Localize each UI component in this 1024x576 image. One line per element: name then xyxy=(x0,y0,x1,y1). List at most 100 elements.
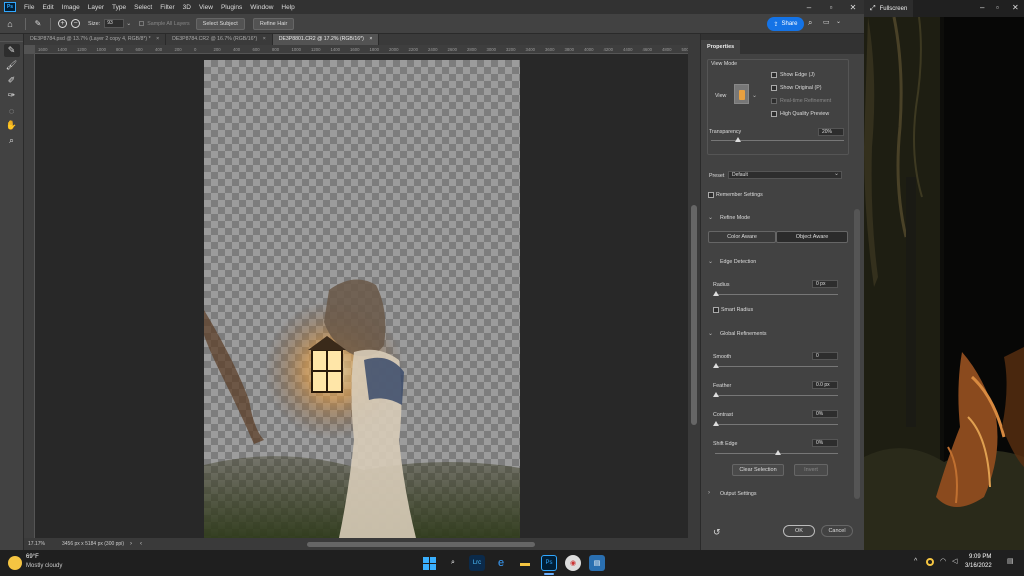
preset-select[interactable]: Default xyxy=(728,171,842,179)
edge-detection-chevron-icon[interactable]: ⌄ xyxy=(708,258,713,265)
size-dropdown-icon[interactable]: ⌄ xyxy=(126,20,131,27)
close-tab-icon[interactable]: × xyxy=(156,36,159,42)
home-icon[interactable]: ⌂ xyxy=(0,16,20,32)
menu-edit[interactable]: Edit xyxy=(38,4,57,11)
close-tab-icon[interactable]: × xyxy=(369,36,372,42)
zoom-level[interactable]: 17.17% xyxy=(28,541,50,547)
menu-image[interactable]: Image xyxy=(58,4,84,11)
smooth-slider-thumb[interactable] xyxy=(713,363,719,368)
menu-type[interactable]: Type xyxy=(108,4,130,11)
preset-dropdown-icon[interactable]: ⌄ xyxy=(834,170,839,177)
view-dropdown-icon[interactable]: ⌄ xyxy=(752,92,757,99)
volume-icon[interactable]: ◁ xyxy=(952,557,957,565)
feather-input[interactable]: 0.0 px xyxy=(812,381,838,389)
search-icon[interactable]: ⌕ xyxy=(445,555,461,571)
radius-input[interactable]: 0 px xyxy=(812,280,838,288)
feather-slider[interactable] xyxy=(715,395,838,396)
shift-edge-slider-thumb[interactable] xyxy=(775,450,781,455)
menu-help[interactable]: Help xyxy=(277,4,298,11)
show-hidden-icons[interactable]: ^ xyxy=(914,558,917,565)
ok-button[interactable]: OK xyxy=(783,525,815,537)
radius-slider[interactable] xyxy=(715,294,838,295)
windows-start-icon[interactable] xyxy=(421,555,437,571)
document-tab-active[interactable]: DE3P8801.CR2 @ 17.2% (RGB/16*) × xyxy=(272,34,380,45)
menu-layer[interactable]: Layer xyxy=(84,4,108,11)
clock-date[interactable]: 3/16/2022 xyxy=(965,563,992,569)
share-button[interactable]: ⇪ Share xyxy=(767,17,804,31)
menu-3d[interactable]: 3D xyxy=(179,4,195,11)
properties-tab[interactable]: Properties xyxy=(701,40,741,54)
menu-select[interactable]: Select xyxy=(130,4,156,11)
edge-browser-icon[interactable]: e xyxy=(493,555,509,571)
refine-hair-button[interactable]: Refine Hair xyxy=(252,17,295,30)
object-selection-icon[interactable]: ✐ xyxy=(4,74,20,87)
photos-icon[interactable]: ▤ xyxy=(589,555,605,571)
menu-view[interactable]: View xyxy=(195,4,217,11)
refine-mode-chevron-icon[interactable]: ⌄ xyxy=(708,214,713,221)
invert-button[interactable]: Invert xyxy=(794,464,828,476)
high-quality-checkbox[interactable] xyxy=(771,111,777,117)
lasso-icon[interactable]: ◌ xyxy=(4,104,20,117)
document-tab[interactable]: DE3P8784.psd @ 13.7% (Layer 2 copy 4, RG… xyxy=(24,34,167,45)
object-aware-button[interactable]: Object Aware xyxy=(776,231,848,243)
transparency-slider-thumb[interactable] xyxy=(735,137,741,142)
weather-description[interactable]: Mostly cloudy xyxy=(26,563,62,569)
minimize-icon[interactable]: – xyxy=(798,0,820,14)
smooth-slider[interactable] xyxy=(715,366,838,367)
show-original-checkbox[interactable] xyxy=(771,85,777,91)
contrast-slider-thumb[interactable] xyxy=(713,421,719,426)
select-subject-button[interactable]: Select Subject xyxy=(195,17,245,30)
transparency-input[interactable]: 20% xyxy=(818,128,844,136)
cancel-button[interactable]: Cancel xyxy=(821,525,853,537)
workspace-icon[interactable]: ▭ xyxy=(823,18,830,26)
weather-temp[interactable]: 69°F xyxy=(26,554,39,560)
zoom-icon[interactable]: ⌕ xyxy=(4,134,20,147)
color-aware-button[interactable]: Color Aware xyxy=(708,231,776,243)
view-mode-thumbnail[interactable] xyxy=(734,84,749,104)
refine-edge-brush-icon[interactable]: ✎ xyxy=(3,44,20,57)
shift-edge-input[interactable]: 0% xyxy=(812,439,838,447)
close-tab-icon[interactable]: × xyxy=(263,36,266,42)
reset-icon[interactable]: ↺ xyxy=(713,527,721,538)
maximize-icon[interactable]: ▫ xyxy=(820,0,842,14)
smooth-input[interactable]: 0 xyxy=(812,352,838,360)
status-arrow-icon[interactable]: › xyxy=(130,541,132,547)
search-icon[interactable]: ⌕ xyxy=(808,18,812,28)
fullscreen-tab[interactable]: ⤢ Fullscreen xyxy=(864,0,914,17)
clock-time[interactable]: 9:09 PM xyxy=(969,554,991,560)
vertical-scroll-thumb[interactable] xyxy=(691,205,697,425)
properties-scroll-thumb[interactable] xyxy=(854,209,860,499)
clear-selection-button[interactable]: Clear Selection xyxy=(732,464,784,476)
close-icon[interactable]: ✕ xyxy=(1012,3,1019,12)
output-settings-chevron-icon[interactable]: › xyxy=(708,490,710,496)
radius-slider-thumb[interactable] xyxy=(713,291,719,296)
workspace-dropdown-icon[interactable]: ⌄ xyxy=(836,18,841,25)
tray-status-icon[interactable] xyxy=(926,558,934,566)
contrast-input[interactable]: 0% xyxy=(812,410,838,418)
weather-icon[interactable] xyxy=(8,556,22,570)
document-tab[interactable]: DE3P8784.CR2 @ 16.7% (RGB/16*) × xyxy=(166,34,273,45)
feather-slider-thumb[interactable] xyxy=(713,392,719,397)
canvas-area[interactable] xyxy=(35,54,688,538)
notifications-icon[interactable]: ▤ xyxy=(1007,557,1014,565)
menu-filter[interactable]: Filter xyxy=(156,4,178,11)
add-mode-icon[interactable]: + xyxy=(58,19,67,28)
maximize-icon[interactable]: ▫ xyxy=(996,3,999,12)
transparency-slider[interactable] xyxy=(711,140,844,141)
horizontal-scroll-thumb[interactable] xyxy=(307,542,535,547)
menu-window[interactable]: Window xyxy=(246,4,277,11)
file-explorer-icon[interactable]: ▬ xyxy=(517,555,533,571)
contrast-slider[interactable] xyxy=(715,424,838,425)
size-input[interactable]: 93 xyxy=(104,19,125,28)
realtime-checkbox[interactable] xyxy=(771,98,777,104)
subtract-mode-icon[interactable]: − xyxy=(71,19,80,28)
sample-all-checkbox[interactable] xyxy=(139,21,145,26)
show-edge-checkbox[interactable] xyxy=(771,72,777,78)
close-icon[interactable]: ✕ xyxy=(842,0,864,14)
brush-tool-icon[interactable]: ✎ xyxy=(31,19,45,28)
hand-icon[interactable]: ✋ xyxy=(4,119,20,132)
quick-selection-icon[interactable]: ✑ xyxy=(4,89,20,102)
app-icon[interactable]: ◉ xyxy=(565,555,581,571)
document-canvas[interactable] xyxy=(204,60,520,538)
brush-icon[interactable]: 🖌 xyxy=(4,59,20,72)
